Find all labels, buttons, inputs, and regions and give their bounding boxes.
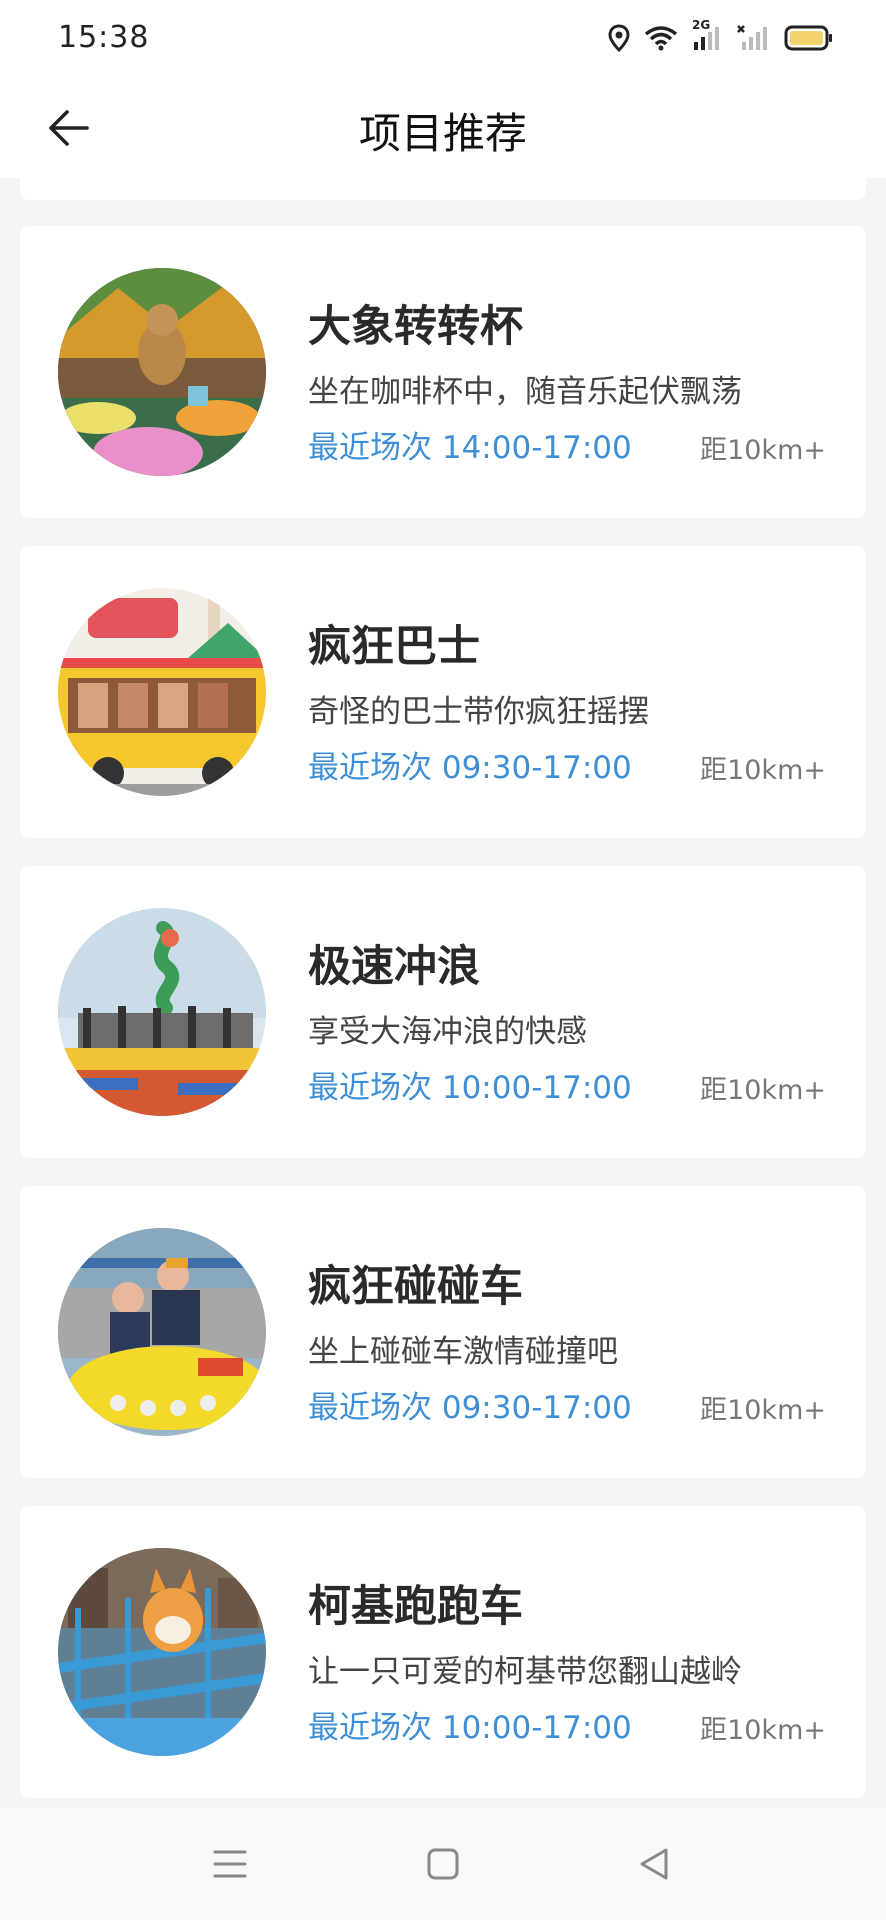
status-time: 15:38 [58,20,150,55]
list-item[interactable]: 大象转转杯 坐在咖啡杯中，随音乐起伏飘荡 最近场次 14:00-17:00 距1… [20,226,866,518]
status-icons: 2G [608,18,834,58]
list-item[interactable]: 疯狂巴士 奇怪的巴士带你疯狂摇摆 最近场次 09:30-17:00 距10km+ [20,546,866,838]
back-triangle-icon [640,1848,668,1880]
item-description: 享受大海冲浪的快感 [308,1014,587,1050]
item-session: 最近场次 10:00-17:00 [308,1710,632,1746]
item-description: 奇怪的巴士带你疯狂摇摆 [308,694,649,730]
list-item[interactable]: 极速冲浪 享受大海冲浪的快感 最近场次 10:00-17:00 距10km+ [20,866,866,1158]
item-thumbnail [58,1228,266,1436]
item-thumbnail [58,1548,266,1756]
item-distance: 距10km+ [700,435,826,466]
battery-icon [784,24,834,56]
list-item[interactable]: 柯基跑跑车 让一只可爱的柯基带您翻山越岭 最近场次 10:00-17:00 距1… [20,1506,866,1798]
item-thumbnail [58,588,266,796]
list-item-partial[interactable] [20,178,866,200]
menu-button[interactable] [200,1838,260,1890]
item-thumbnail [58,268,266,476]
item-description: 坐在咖啡杯中，随音乐起伏飘荡 [308,374,742,410]
list-item[interactable]: 疯狂碰碰车 坐上碰碰车激情碰撞吧 最近场次 09:30-17:00 距10km+ [20,1186,866,1478]
item-title: 疯狂碰碰车 [308,1262,523,1312]
recommendation-list: 大象转转杯 坐在咖啡杯中，随音乐起伏飘荡 最近场次 14:00-17:00 距1… [0,178,886,1808]
item-session: 最近场次 09:30-17:00 [308,1390,632,1426]
status-bar: 15:38 2G [0,0,886,78]
item-description: 让一只可爱的柯基带您翻山越岭 [308,1654,742,1690]
location-icon [608,24,630,56]
item-title: 疯狂巴士 [308,622,480,672]
item-title: 大象转转杯 [308,302,523,352]
item-distance: 距10km+ [700,1715,826,1746]
wifi-icon [644,24,678,56]
signal-icon: 2G [692,18,722,56]
item-title: 极速冲浪 [308,942,480,992]
item-thumbnail [58,908,266,1116]
system-nav-bar [0,1808,886,1920]
back-nav-button[interactable] [624,1838,684,1890]
item-description: 坐上碰碰车激情碰撞吧 [308,1334,618,1370]
navbar: 项目推荐 [0,78,886,178]
page-title: 项目推荐 [358,109,527,158]
item-distance: 距10km+ [700,1395,826,1426]
signal-off-icon [736,24,770,56]
home-icon [427,1848,459,1880]
menu-icon [213,1850,247,1878]
item-session: 最近场次 14:00-17:00 [308,430,632,466]
home-button[interactable] [413,1838,473,1890]
item-title: 柯基跑跑车 [308,1582,523,1632]
item-distance: 距10km+ [700,755,826,786]
item-session: 最近场次 10:00-17:00 [308,1070,632,1106]
signal-label: 2G [692,18,711,32]
item-distance: 距10km+ [700,1075,826,1106]
item-session: 最近场次 09:30-17:00 [308,750,632,786]
